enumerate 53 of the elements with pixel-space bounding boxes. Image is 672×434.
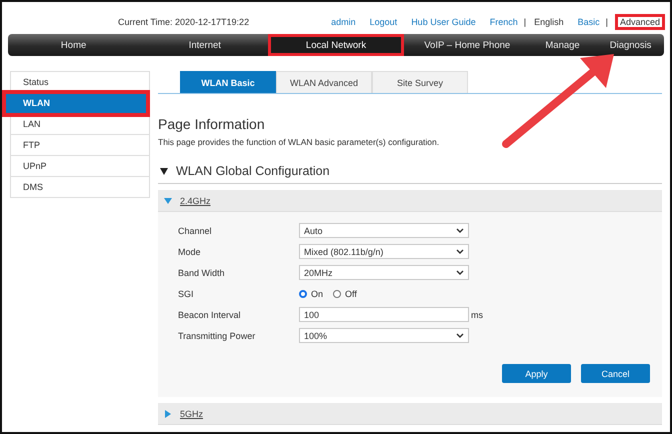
header-link[interactable]: Basic [578,17,600,27]
sidebar-item[interactable]: LAN [11,114,149,135]
field-label: Band Width [178,268,226,278]
nav-tab[interactable]: Manage Diagnosis [532,34,664,56]
sidebar-item[interactable]: WLAN [5,93,147,114]
field-label: Mode [178,246,202,256]
field-label: Transmitting Power [178,330,256,340]
input-field[interactable]: 100 [299,307,469,322]
header-link[interactable]: Hub User Guide [411,17,476,27]
radio-button[interactable] [299,290,307,298]
chevron-icon [456,249,464,254]
band-header[interactable]: 5GHz [158,403,662,425]
dropdown[interactable]: Mixed (802.11b/g/n) [299,244,469,259]
action-button[interactable]: Cancel [581,364,650,383]
triangle-icon[interactable] [160,168,168,174]
sidebar-item[interactable]: DMS [11,177,149,198]
tab[interactable]: WLAN Advanced [276,71,372,93]
page-description: This page provides the function of WLAN basic parameter(s) configuration. [158,137,440,147]
action-button[interactable]: Apply [502,364,571,383]
chevron-icon [456,270,464,275]
tab[interactable]: Site Survey [372,71,468,93]
dropdown[interactable]: 100% [299,328,469,343]
separator-text: | [606,17,608,27]
separator-text: | [524,17,526,27]
header-link[interactable]: admin [331,17,356,27]
sidebar-item[interactable]: UPnP [11,156,149,177]
band-header[interactable]: 2.4GHz [158,190,662,212]
nav-tab[interactable]: Local Network [270,36,402,54]
page-title: Page Information [158,116,266,132]
sidebar-item[interactable]: FTP [11,135,149,156]
header-link[interactable]: Logout [370,17,398,27]
nav-tab[interactable]: Home [8,34,140,56]
radio-label: On [311,288,324,298]
language-option[interactable]: English [534,17,564,27]
dropdown[interactable]: Auto [299,223,469,238]
section-title: WLAN Global Configuration [176,164,330,178]
tab[interactable]: WLAN Basic [180,71,276,93]
language-option[interactable]: Advanced [618,17,662,27]
chevron-icon [456,333,464,338]
band-link[interactable]: 5GHz [180,408,204,418]
current-time: Current Time: 2020-12-17T19:22 [118,17,250,27]
field-label: Channel [178,226,213,236]
header-link[interactable]: French [490,17,518,27]
band-link[interactable]: 2.4GHz [180,196,211,206]
field-label: SGI [178,288,195,298]
dropdown[interactable]: 20MHz [299,265,469,280]
field-label: Beacon Interval [178,310,242,320]
nav-tab[interactable]: Internet [139,34,270,56]
radio-label: Off [345,288,357,298]
unit-label: ms [471,310,483,320]
radio-button[interactable] [333,290,342,298]
nav-tab[interactable]: VoIP – Home Phone [402,34,533,56]
chevron-icon [456,228,464,233]
